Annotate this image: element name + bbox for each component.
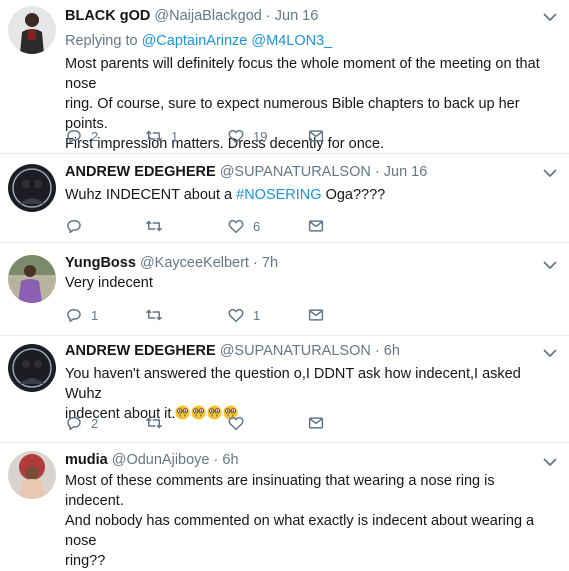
avatar[interactable] [8, 255, 56, 303]
like-count: 19 [253, 128, 268, 144]
replying-to: Replying to @CaptainArinze @M4LON3_ [65, 33, 332, 49]
user-handle[interactable]: @SUPANATURALSON [220, 164, 371, 180]
display-name[interactable]: BLACK gOD [65, 8, 150, 24]
timestamp[interactable]: 6h [222, 452, 238, 468]
tweet-1[interactable]: BLACK gOD @NaijaBlackgod · Jun 16 Replyi… [0, 0, 569, 154]
tweet-3[interactable]: YungBoss @KayceeKelbert · 7h Very indece… [0, 243, 569, 336]
retweet-button[interactable] [145, 306, 163, 324]
user-handle[interactable]: @OdunAjiboye [112, 452, 210, 468]
chevron-down-icon[interactable] [543, 260, 557, 270]
tweet-header: YungBoss @KayceeKelbert · 7h [65, 255, 278, 271]
heart-icon [227, 217, 245, 235]
like-button[interactable]: 6 [227, 217, 260, 235]
reply-count: 2 [91, 415, 99, 431]
text-line: And nobody has commented on what exactly… [65, 513, 535, 549]
like-button[interactable]: 19 [227, 127, 267, 145]
heart-icon [227, 127, 245, 145]
chevron-down-icon[interactable] [543, 12, 557, 22]
reply-button[interactable] [65, 217, 83, 235]
timestamp[interactable]: 7h [262, 255, 278, 271]
direct-message-button[interactable] [307, 127, 325, 145]
heart-icon [227, 306, 245, 324]
direct-message-icon [307, 127, 325, 145]
direct-message-button[interactable] [307, 217, 325, 235]
hashtag-link[interactable]: #NOSERING [236, 187, 321, 203]
replying-label: Replying to [65, 33, 138, 49]
display-name[interactable]: YungBoss [65, 255, 136, 271]
retweet-icon [145, 217, 163, 235]
timestamp[interactable]: Jun 16 [275, 8, 319, 24]
retweet-count: 1 [171, 128, 179, 144]
tweet-header: BLACK gOD @NaijaBlackgod · Jun 16 [65, 8, 318, 24]
avatar[interactable] [8, 451, 56, 499]
nerd-face-emoji [191, 405, 206, 420]
like-button[interactable]: 1 [227, 306, 260, 324]
reply-count: 2 [91, 128, 99, 144]
reply-button[interactable]: 2 [65, 127, 98, 145]
direct-message-button[interactable] [307, 306, 325, 324]
retweet-button[interactable] [145, 217, 163, 235]
like-button[interactable] [227, 414, 245, 432]
nerd-face-emoji [207, 405, 222, 420]
tweet-header: ANDREW EDEGHERE @SUPANATURALSON · Jun 16 [65, 164, 427, 180]
avatar[interactable] [8, 344, 56, 392]
heart-icon [227, 414, 245, 432]
separator: · [213, 452, 219, 468]
text-line: ring?? [65, 553, 106, 569]
text-line: Most parents will definitely focus the w… [65, 56, 540, 92]
nerd-face-emoji [175, 405, 190, 420]
display-name[interactable]: ANDREW EDEGHERE [65, 343, 216, 359]
direct-message-button[interactable] [307, 414, 325, 432]
retweet-button[interactable] [145, 414, 163, 432]
direct-message-icon [307, 414, 325, 432]
tweet-5[interactable]: mudia @OdunAjiboye · 6h Most of these co… [0, 443, 569, 569]
reply-icon [65, 127, 83, 145]
user-handle[interactable]: @NaijaBlackgod [154, 8, 261, 24]
user-handle[interactable]: @KayceeKelbert [140, 255, 249, 271]
text-line: Very indecent [65, 275, 153, 291]
chevron-down-icon[interactable] [543, 348, 557, 358]
separator: · [265, 8, 271, 24]
reply-count: 1 [91, 307, 99, 323]
reply-button[interactable]: 1 [65, 306, 98, 324]
text-line: You haven't answered the question o,I DD… [65, 366, 521, 402]
timestamp[interactable]: 6h [384, 343, 400, 359]
direct-message-icon [307, 306, 325, 324]
chevron-down-icon[interactable] [543, 168, 557, 178]
user-handle[interactable]: @SUPANATURALSON [220, 343, 371, 359]
reply-icon [65, 306, 83, 324]
text-segment: Wuhz INDECENT about a [65, 187, 237, 203]
retweet-button[interactable]: 1 [145, 127, 178, 145]
reply-icon [65, 414, 83, 432]
separator: · [374, 164, 380, 180]
like-count: 1 [253, 307, 261, 323]
retweet-icon [145, 414, 163, 432]
tweet-text: Very indecent [65, 273, 555, 293]
display-name[interactable]: ANDREW EDEGHERE [65, 164, 216, 180]
retweet-icon [145, 127, 163, 145]
tweet-header: ANDREW EDEGHERE @SUPANATURALSON · 6h [65, 343, 400, 359]
avatar[interactable] [8, 6, 56, 54]
tweet-4[interactable]: ANDREW EDEGHERE @SUPANATURALSON · 6h You… [0, 336, 569, 443]
timestamp[interactable]: Jun 16 [384, 164, 428, 180]
chevron-down-icon[interactable] [543, 457, 557, 467]
separator: · [374, 343, 380, 359]
avatar[interactable] [8, 164, 56, 212]
text-line: Most of these comments are insinuating t… [65, 473, 495, 509]
display-name[interactable]: mudia [65, 452, 108, 468]
retweet-icon [145, 306, 163, 324]
direct-message-icon [307, 217, 325, 235]
reply-button[interactable]: 2 [65, 414, 98, 432]
mention-link[interactable]: @CaptainArinze [142, 33, 248, 49]
mention-link[interactable]: @M4LON3_ [251, 33, 332, 49]
text-segment: Oga???? [321, 187, 386, 203]
separator: · [253, 255, 258, 271]
tweet-text: Wuhz INDECENT about a #NOSERING Oga???? [65, 185, 555, 205]
tweet-header: mudia @OdunAjiboye · 6h [65, 452, 239, 468]
like-count: 6 [253, 218, 261, 234]
reply-icon [65, 217, 83, 235]
tweet-text: Most of these comments are insinuating t… [65, 471, 555, 571]
tweet-2[interactable]: ANDREW EDEGHERE @SUPANATURALSON · Jun 16… [0, 154, 569, 243]
